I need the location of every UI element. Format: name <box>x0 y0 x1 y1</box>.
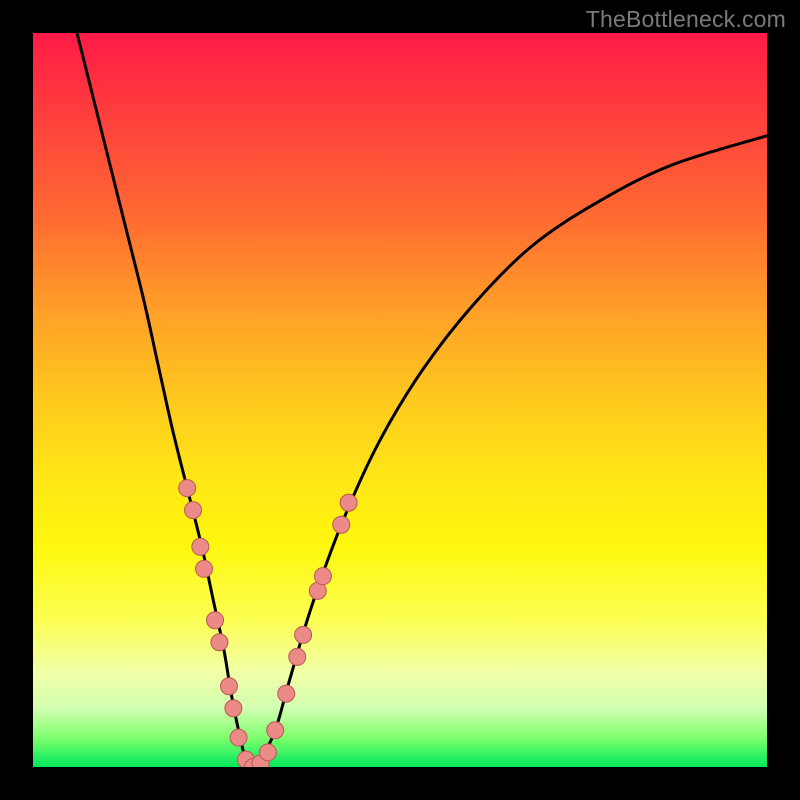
data-marker <box>225 700 242 717</box>
data-marker <box>207 612 224 629</box>
data-marker <box>295 626 312 643</box>
data-marker <box>185 502 202 519</box>
plot-area <box>33 33 767 767</box>
data-marker <box>196 560 213 577</box>
chart-svg <box>33 33 767 767</box>
data-marker <box>211 634 228 651</box>
data-marker <box>179 480 196 497</box>
data-marker <box>278 685 295 702</box>
data-marker <box>289 648 306 665</box>
data-marker <box>230 729 247 746</box>
data-marker <box>267 722 284 739</box>
data-marker <box>314 568 331 585</box>
data-marker <box>259 744 276 761</box>
chart-frame: TheBottleneck.com <box>0 0 800 800</box>
data-marker <box>333 516 350 533</box>
data-marker <box>340 494 357 511</box>
watermark-text: TheBottleneck.com <box>586 6 786 33</box>
data-marker <box>192 538 209 555</box>
data-marker <box>220 678 237 695</box>
curve-markers <box>179 480 357 767</box>
bottleneck-curve <box>77 33 767 767</box>
